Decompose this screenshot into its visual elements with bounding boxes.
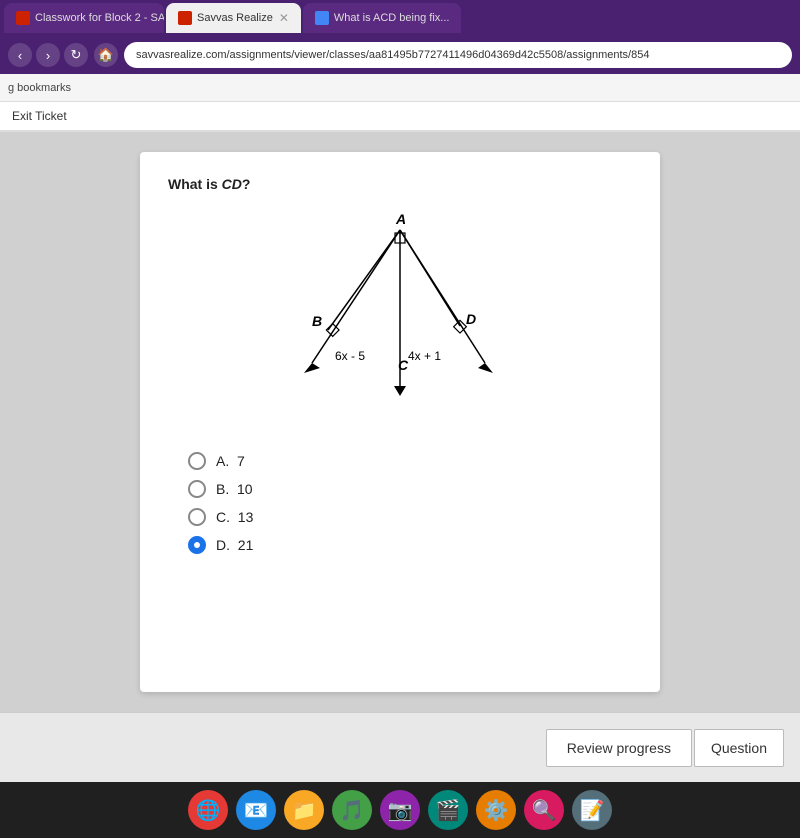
- svg-text:4x + 1: 4x + 1: [408, 349, 441, 363]
- tab-2-active[interactable]: Savvas Realize ✕: [166, 3, 301, 33]
- taskbar-icon-7[interactable]: ⚙️: [476, 790, 516, 830]
- tab2-favicon: [178, 11, 192, 25]
- svg-text:B: B: [312, 313, 322, 329]
- exit-ticket-label: Exit Ticket: [12, 109, 67, 123]
- radio-b[interactable]: [188, 480, 206, 498]
- option-d-label: D. 21: [216, 537, 253, 553]
- address-bar: ‹ › ↻ 🏠: [0, 36, 800, 74]
- taskbar-icon-9[interactable]: 📝: [572, 790, 612, 830]
- question-label: What is CD?: [168, 176, 632, 192]
- taskbar-icon-5[interactable]: 📷: [380, 790, 420, 830]
- taskbar-icon-3[interactable]: 📁: [284, 790, 324, 830]
- diagram-container: A B D C 6x - 5 4x + 1: [168, 208, 632, 428]
- svg-text:D: D: [466, 311, 476, 327]
- tab2-close-icon[interactable]: ✕: [279, 11, 289, 25]
- answer-options: A. 7 B. 10 C. 13 D. 21: [168, 452, 632, 554]
- option-a-row[interactable]: A. 7: [188, 452, 632, 470]
- taskbar-icon-6[interactable]: 🎬: [428, 790, 468, 830]
- radio-c[interactable]: [188, 508, 206, 526]
- tab-bar: Classwork for Block 2 - SA Savvas Realiz…: [0, 0, 800, 36]
- option-c-label: C. 13: [216, 509, 253, 525]
- refresh-button[interactable]: ↻: [64, 43, 88, 67]
- tab-3[interactable]: What is ACD being fix...: [303, 3, 462, 33]
- question-card: What is CD?: [140, 152, 660, 692]
- geometry-diagram: A B D C 6x - 5 4x + 1: [260, 208, 540, 428]
- taskbar-icon-2[interactable]: 📧: [236, 790, 276, 830]
- home-button[interactable]: 🏠: [94, 43, 118, 67]
- tab-1[interactable]: Classwork for Block 2 - SA: [4, 3, 164, 33]
- option-a-label: A. 7: [216, 453, 245, 469]
- address-input[interactable]: [124, 42, 792, 68]
- option-b-row[interactable]: B. 10: [188, 480, 632, 498]
- taskbar: 🌐 📧 📁 🎵 📷 🎬 ⚙️ 🔍 📝: [0, 782, 800, 838]
- svg-text:A: A: [395, 211, 406, 227]
- tab1-favicon: [16, 11, 30, 25]
- option-c-row[interactable]: C. 13: [188, 508, 632, 526]
- bookmarks-label: g bookmarks: [8, 82, 71, 94]
- option-d-row[interactable]: D. 21: [188, 536, 632, 554]
- taskbar-icon-4[interactable]: 🎵: [332, 790, 372, 830]
- content-area: What is CD?: [0, 132, 800, 712]
- bookmarks-bar: g bookmarks: [0, 74, 800, 102]
- option-b-label: B. 10: [216, 481, 253, 497]
- radio-d[interactable]: [188, 536, 206, 554]
- tab3-label: What is ACD being fix...: [334, 12, 450, 24]
- tab3-favicon: [315, 11, 329, 25]
- nav-buttons: ‹ › ↻: [8, 43, 88, 67]
- taskbar-icon-8[interactable]: 🔍: [524, 790, 564, 830]
- tab1-label: Classwork for Block 2 - SA: [35, 12, 164, 24]
- tab2-label: Savvas Realize: [197, 12, 273, 24]
- forward-button[interactable]: ›: [36, 43, 60, 67]
- taskbar-icon-1[interactable]: 🌐: [188, 790, 228, 830]
- browser-chrome: Classwork for Block 2 - SA Savvas Realiz…: [0, 0, 800, 74]
- back-button[interactable]: ‹: [8, 43, 32, 67]
- question-button[interactable]: Question: [694, 729, 784, 767]
- page-header: Exit Ticket: [0, 102, 800, 132]
- review-progress-button[interactable]: Review progress: [546, 729, 692, 767]
- radio-a[interactable]: [188, 452, 206, 470]
- svg-text:6x - 5: 6x - 5: [335, 349, 365, 363]
- footer-area: Review progress Question: [0, 712, 800, 782]
